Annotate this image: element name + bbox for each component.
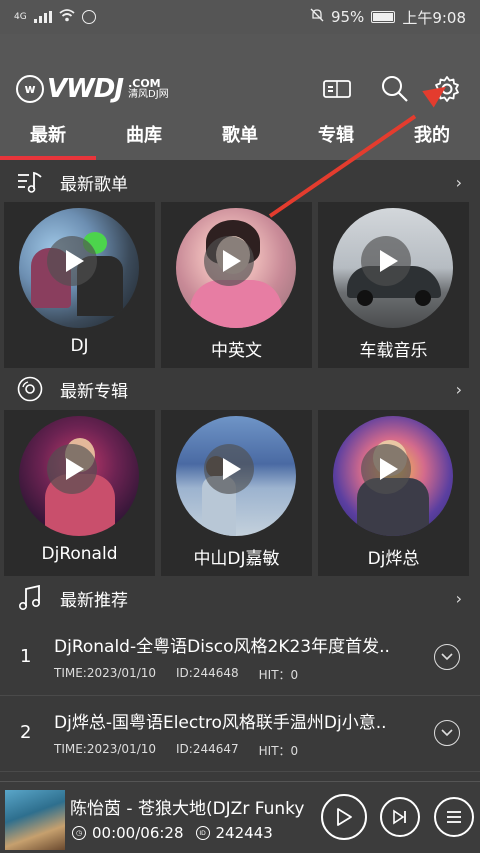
status-left: 4G [14,8,96,26]
playlist-cards: DJ 中英文 车载音乐 [0,202,480,368]
song-hit: HIT：0 [258,668,299,682]
tab-library[interactable]: 曲库 [96,114,192,160]
logo-text: VWDJ [47,74,124,104]
search-icon[interactable] [378,72,412,106]
next-button[interactable] [380,797,420,837]
app-header: w VWDJ .COM 清风DJ网 [0,34,480,114]
mute-icon [310,8,324,26]
app-logo: w VWDJ .COM 清风DJ网 [16,74,169,104]
playlist-card[interactable]: 车载音乐 [318,202,469,368]
playlist-card[interactable]: DJ [4,202,155,368]
tab-albums[interactable]: 专辑 [288,114,384,160]
song-hit: HIT：0 [258,744,299,758]
song-id: ID:244647 [176,742,239,756]
network-label: 4G [14,12,27,22]
clock-icon: ◷ [72,826,86,840]
logo-subtitle: 清风DJ网 [128,89,169,100]
player-progress: 00:00/06:28 [92,824,184,842]
album-label: Dj烨总 [367,549,420,569]
play-icon[interactable] [47,236,97,286]
song-id: ID:244648 [176,666,239,680]
status-right: 95% 上午9:08 [310,7,466,28]
player-title[interactable]: 陈怡茵 - 苍狼大地(DJZr Funky [70,794,318,819]
playlist-label: DJ [70,336,89,356]
tab-latest[interactable]: 最新 [0,114,96,160]
album-disc-icon [16,375,44,403]
song-title[interactable]: Dj烨总-国粤语Electro风格联手温州Dj小意.. [54,708,414,733]
song-number: 1 [20,646,32,667]
notification-icon [81,10,96,24]
tab-playlists[interactable]: 歌单 [192,114,288,160]
section-recommend-header[interactable]: 最新推荐 › [0,578,480,618]
play-icon[interactable] [361,236,411,286]
play-icon[interactable] [204,444,254,494]
signal-icon [33,11,52,23]
logo-sub: .COM 清风DJ网 [128,78,169,100]
id-icon: ID [195,826,210,840]
section-playlists-title: 最新歌单 [60,174,128,195]
song-row[interactable]: 1 DjRonald-全粤语Disco风格2K23年度首发.. TIME:202… [0,620,480,696]
logo-com: .COM [128,77,161,90]
tab-mine[interactable]: 我的 [384,114,480,160]
section-albums-title: 最新专辑 [60,381,128,402]
player-cover[interactable] [5,790,65,850]
play-icon[interactable] [47,444,97,494]
player-id: 242443 [215,824,273,842]
song-row[interactable]: 2 Dj烨总-国粤语Electro风格联手温州Dj小意.. TIME:2023/… [0,696,480,772]
playlist-menu-button[interactable] [434,797,474,837]
album-label: 中山DJ嘉敏 [193,549,280,569]
mini-player[interactable]: 陈怡茵 - 苍狼大地(DJZr Funky ◷ 00:00/06:28 ID 2… [0,781,480,853]
wifi-icon [59,8,75,26]
play-icon[interactable] [361,444,411,494]
album-cards: DjRonald 中山DJ嘉敏 Dj烨总 [0,410,480,576]
music-note-icon [16,584,44,612]
section-recommend-title: 最新推荐 [60,590,128,611]
chevron-right-icon[interactable]: › [456,589,462,608]
playlist-label: 车载音乐 [359,341,428,361]
device-icon[interactable] [320,72,354,106]
album-label: DjRonald [41,544,118,564]
battery-percent: 95% [330,8,365,26]
song-time: TIME:2023/01/10 [54,666,157,680]
song-meta: TIME:2023/01/10 ID:244647 HIT：0 [54,742,298,759]
chevron-right-icon[interactable]: › [456,173,462,192]
song-number: 2 [20,722,32,743]
chevron-down-icon[interactable] [434,644,460,670]
album-card[interactable]: DjRonald [4,410,155,576]
chevron-down-icon[interactable] [434,720,460,746]
battery-icon [371,11,396,23]
logo-mark: w [16,75,44,103]
playlist-icon [16,168,44,196]
section-albums-header[interactable]: 最新专辑 › [0,369,480,409]
play-icon[interactable] [204,236,254,286]
playlist-label: 中英文 [211,341,262,361]
chevron-right-icon[interactable]: › [456,380,462,399]
album-card[interactable]: 中山DJ嘉敏 [161,410,312,576]
song-meta: TIME:2023/01/10 ID:244648 HIT：0 [54,666,298,683]
clock: 上午9:08 [402,8,466,27]
play-button[interactable] [321,794,367,840]
song-title[interactable]: DjRonald-全粤语Disco风格2K23年度首发.. [54,632,414,657]
status-bar: 4G 95% 上午9:08 [0,0,480,34]
section-playlists-header[interactable]: 最新歌单 › [0,162,480,202]
player-meta: ◷ 00:00/06:28 ID 242443 [72,824,273,842]
playlist-card[interactable]: 中英文 [161,202,312,368]
song-time: TIME:2023/01/10 [54,742,157,756]
album-card[interactable]: Dj烨总 [318,410,469,576]
